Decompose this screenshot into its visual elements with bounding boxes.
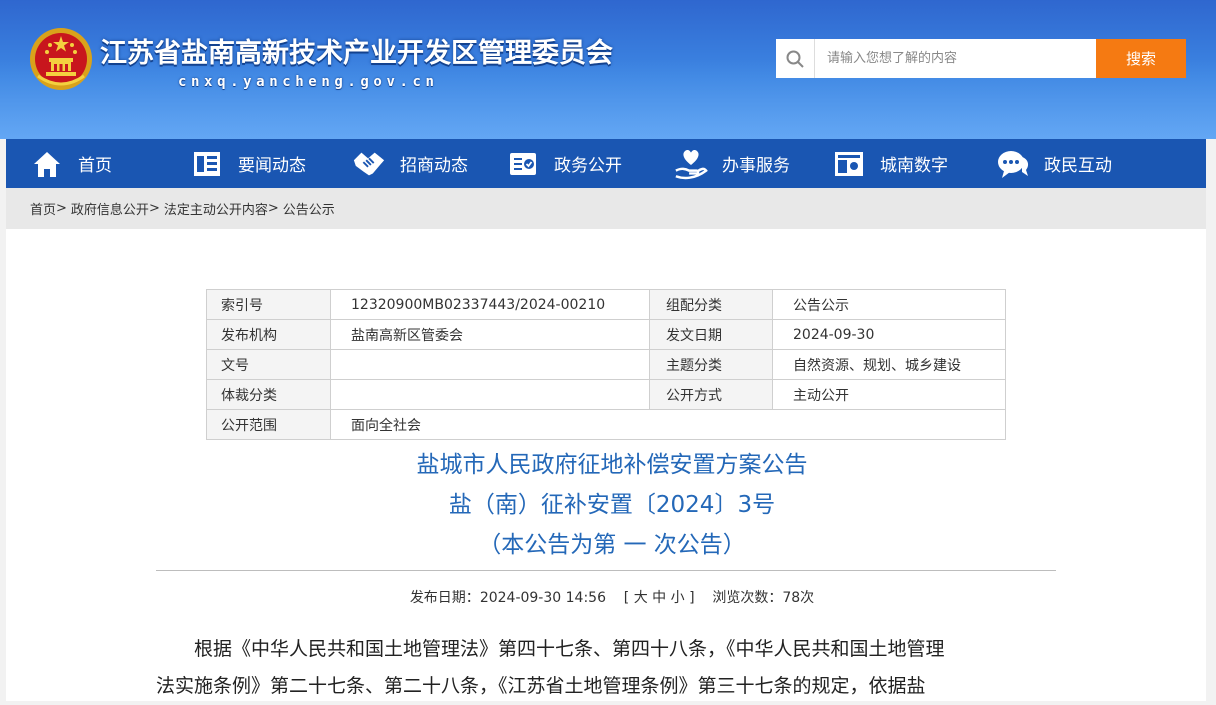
meta-value: 主动公开	[772, 379, 1006, 410]
document-subtitle: （本公告为第 一 次公告）	[478, 532, 746, 558]
nav-item-label: 要闻动态	[238, 156, 306, 176]
meta-key: 发文日期	[649, 319, 773, 350]
body-text: 根据《中华人民共和国土地管理法》第四十七条、第四十八条，《中华人民共和国土地管理	[194, 638, 945, 660]
nav-item-interaction[interactable]: 政民互动	[996, 139, 1112, 188]
chat-icon	[996, 147, 1030, 181]
body-text: 法实施条例》第二十七条、第二十八条，《江苏省土地管理条例》第三十七条的规定，依据…	[156, 675, 926, 697]
meta-key: 文号	[206, 349, 331, 380]
meta-value: 面向全社会	[330, 409, 1006, 440]
nav-item-label: 政民互动	[1044, 156, 1112, 176]
document-title: 盐城市人民政府征地补偿安置方案公告	[416, 452, 808, 478]
table-row: 索引号 12320900MB02337443/2024-00210 组配分类 公…	[206, 289, 1006, 320]
meta-key: 体裁分类	[206, 379, 331, 410]
meta-key: 组配分类	[649, 289, 773, 320]
breadcrumb: 首页 > 政府信息公开 > 法定主动公开内容 > 公告公示	[6, 188, 1206, 229]
font-size-medium[interactable]: 中	[652, 590, 666, 606]
document-check-icon	[506, 147, 540, 181]
divider	[156, 570, 1056, 571]
breadcrumb-item-home[interactable]: 首页	[30, 199, 56, 218]
meta-key: 发布机构	[206, 319, 331, 350]
publish-date: 2024-09-30 14:56	[479, 590, 606, 606]
nav-item-label: 招商动态	[400, 156, 468, 176]
site-header: 江苏省盐南高新技术产业开发区管理委员会 cnxq.yancheng.gov.cn…	[0, 0, 1216, 139]
table-row: 发布机构 盐南高新区管委会 发文日期 2024-09-30	[206, 319, 1006, 350]
nav-item-news[interactable]: 要闻动态	[190, 139, 306, 188]
search-icon[interactable]	[776, 39, 815, 78]
meta-key: 公开范围	[206, 409, 331, 440]
metadata-table: 索引号 12320900MB02337443/2024-00210 组配分类 公…	[206, 289, 1006, 440]
main-nav: 首页 要闻动态 招商动态 政务公开 办事服务 城南数字 政民互动	[6, 139, 1206, 188]
handshake-icon	[352, 147, 386, 181]
meta-key: 主题分类	[649, 349, 773, 380]
document-info: 发布日期：2024-09-30 14:56 [ 大 中 小 ] 浏览次数：78次	[6, 587, 1216, 607]
nav-item-digital[interactable]: 城南数字	[832, 139, 948, 188]
breadcrumb-separator: >	[56, 201, 67, 216]
digital-screen-icon	[832, 147, 866, 181]
view-count: 78次	[782, 590, 815, 606]
hand-heart-icon	[674, 147, 708, 181]
meta-key: 索引号	[206, 289, 331, 320]
meta-value: 盐南高新区管委会	[330, 319, 650, 350]
meta-value: 2024-09-30	[772, 319, 1006, 350]
font-size-large[interactable]: 大	[634, 590, 648, 606]
search-input[interactable]	[815, 39, 1096, 78]
search-button[interactable]: 搜索	[1096, 39, 1186, 78]
document-body: 根据《中华人民共和国土地管理法》第四十七条、第四十八条，《中华人民共和国土地管理…	[156, 631, 1056, 705]
nav-item-label: 政务公开	[554, 156, 622, 176]
breadcrumb-separator: >	[148, 201, 160, 216]
meta-value: 公告公示	[772, 289, 1006, 320]
site-domain: cnxq.yancheng.gov.cn	[178, 74, 439, 90]
breadcrumb-item-announcement[interactable]: 公告公示	[283, 199, 335, 218]
news-icon	[190, 147, 224, 181]
font-size-small[interactable]: 小	[671, 590, 685, 606]
nav-item-label: 城南数字	[880, 156, 948, 176]
nav-item-services[interactable]: 办事服务	[674, 139, 790, 188]
nav-item-investment[interactable]: 招商动态	[352, 139, 468, 188]
national-emblem-icon	[30, 28, 92, 90]
meta-value: 自然资源、规划、城乡建设	[772, 349, 1006, 380]
view-count-label: 浏览次数：	[712, 590, 783, 606]
meta-value: 12320900MB02337443/2024-00210	[330, 289, 650, 320]
breadcrumb-item-legal-content[interactable]: 法定主动公开内容	[164, 199, 268, 218]
nav-item-label: 首页	[78, 156, 112, 176]
home-icon	[30, 147, 64, 181]
meta-value	[330, 349, 650, 380]
meta-key: 公开方式	[649, 379, 773, 410]
search-box	[776, 39, 1096, 78]
main-content: 索引号 12320900MB02337443/2024-00210 组配分类 公…	[6, 229, 1206, 701]
breadcrumb-separator: >	[267, 201, 279, 216]
document-number: 盐（南）征补安置〔2024〕3号	[448, 492, 776, 518]
table-row: 文号 主题分类 自然资源、规划、城乡建设	[206, 349, 1006, 380]
font-size-switcher: [ 大 中 小 ]	[623, 590, 695, 606]
publish-date-label: 发布日期：	[409, 590, 480, 606]
nav-item-home[interactable]: 首页	[30, 139, 112, 188]
nav-item-label: 办事服务	[722, 156, 790, 176]
nav-item-gov-affairs[interactable]: 政务公开	[506, 139, 622, 188]
site-title[interactable]: 江苏省盐南高新技术产业开发区管理委员会	[100, 31, 613, 70]
meta-value	[330, 379, 650, 410]
table-row: 公开范围 面向全社会	[206, 409, 1006, 440]
table-row: 体裁分类 公开方式 主动公开	[206, 379, 1006, 410]
breadcrumb-item-gov-info[interactable]: 政府信息公开	[71, 199, 149, 218]
